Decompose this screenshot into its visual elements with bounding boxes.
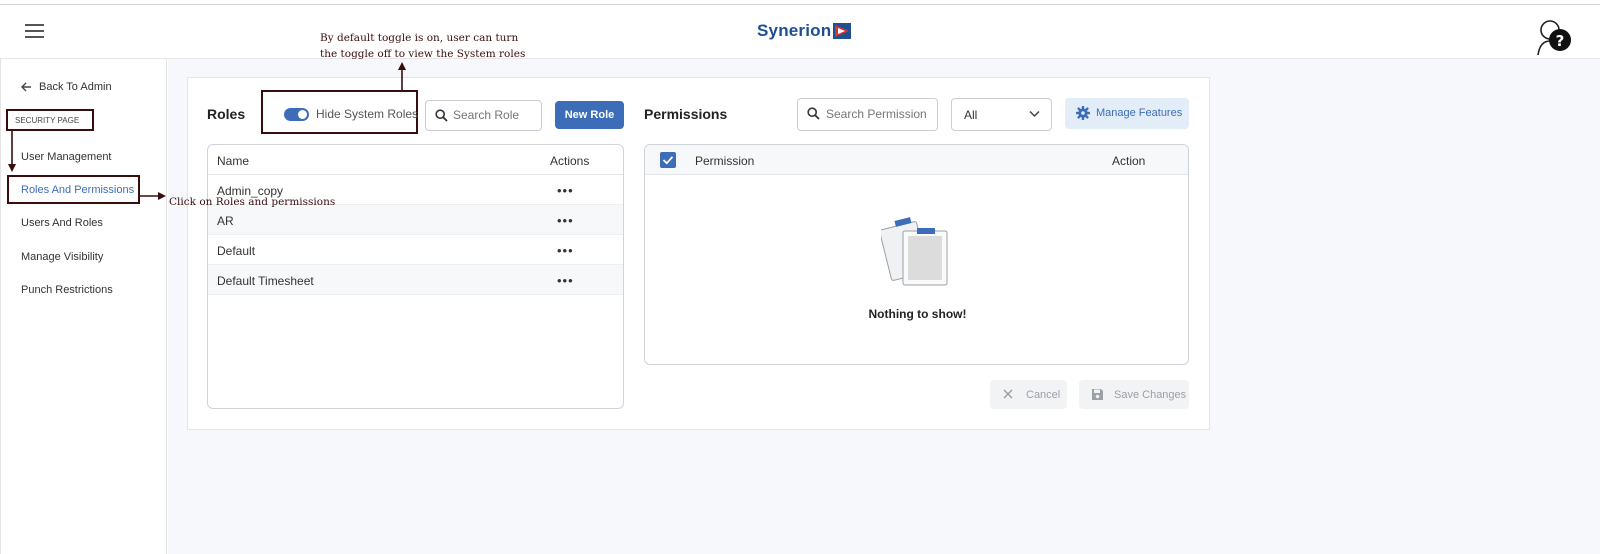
permissions-title: Permissions xyxy=(644,106,728,122)
search-permission-field[interactable] xyxy=(797,98,938,131)
annotation-toggle-note-line1: By default toggle is on, user can turn xyxy=(320,32,519,44)
sidebar: Back To Admin SECURITY PAGE User Managem… xyxy=(0,59,167,554)
back-to-admin-label: Back To Admin xyxy=(39,81,112,93)
save-changes-label: Save Changes xyxy=(1114,389,1187,401)
sidebar-item-manage-visibility[interactable]: Manage Visibility xyxy=(21,251,103,263)
manage-features-label: Manage Features xyxy=(1096,107,1183,119)
app-header: Synerion ? xyxy=(0,5,1600,59)
sidebar-item-users-and-roles[interactable]: Users And Roles xyxy=(21,217,103,229)
role-name: AR xyxy=(217,214,234,228)
roles-title: Roles xyxy=(207,106,246,122)
table-row[interactable]: AR ••• xyxy=(208,205,623,235)
arrow-left-icon xyxy=(21,82,31,92)
search-permission-input[interactable] xyxy=(826,107,934,121)
chevron-down-icon xyxy=(1029,110,1040,118)
search-role-input[interactable] xyxy=(453,108,538,122)
cancel-label: Cancel xyxy=(1026,389,1061,401)
annotation-toggle-note: By default toggle is on, user can turn t… xyxy=(320,30,525,62)
roles-table-header: Name Actions xyxy=(208,145,623,175)
select-all-checkbox[interactable] xyxy=(660,152,676,168)
role-name: Default Timesheet xyxy=(217,274,314,288)
gear-icon xyxy=(1076,106,1090,120)
sidebar-item-user-management[interactable]: User Management xyxy=(21,151,112,163)
checkmark-icon xyxy=(662,156,674,165)
more-horizontal-icon[interactable]: ••• xyxy=(557,273,574,288)
hamburger-icon[interactable] xyxy=(25,24,45,40)
more-horizontal-icon[interactable]: ••• xyxy=(557,213,574,228)
permissions-table: Permission Action Nothing to show! xyxy=(644,144,1189,365)
roles-table: Name Actions Admin_copy ••• AR ••• Defau… xyxy=(207,144,624,409)
hide-system-roles-toggle[interactable] xyxy=(284,108,309,121)
table-row[interactable]: Default Timesheet ••• xyxy=(208,265,623,295)
help-icon[interactable]: ? xyxy=(1534,17,1574,57)
column-header-permission: Permission xyxy=(695,154,755,168)
logo-mark-icon xyxy=(833,23,852,39)
cancel-button[interactable]: Cancel xyxy=(990,380,1067,409)
manage-features-button[interactable]: Manage Features xyxy=(1065,98,1189,129)
save-icon xyxy=(1092,389,1103,400)
permission-filter-select[interactable]: All xyxy=(951,98,1052,131)
annotation-highlight-box xyxy=(7,175,140,204)
annotation-toggle-note-line2: the toggle off to view the System roles xyxy=(320,48,526,60)
empty-state-text: Nothing to show! xyxy=(868,307,967,321)
new-role-button[interactable]: New Role xyxy=(555,101,624,129)
more-horizontal-icon[interactable]: ••• xyxy=(557,183,574,198)
column-header-actions: Actions xyxy=(550,154,590,168)
column-header-action: Action xyxy=(1112,154,1146,168)
role-name: Default xyxy=(217,244,256,258)
logo[interactable]: Synerion xyxy=(757,21,852,41)
permissions-table-header: Permission Action xyxy=(645,145,1188,175)
logo-text: Synerion xyxy=(757,21,832,40)
sidebar-item-punch-restrictions[interactable]: Punch Restrictions xyxy=(21,284,113,296)
more-horizontal-icon[interactable]: ••• xyxy=(557,243,574,258)
close-icon xyxy=(1003,389,1013,399)
svg-text:?: ? xyxy=(1556,32,1565,50)
permission-filter-value: All xyxy=(964,108,978,122)
empty-clipboard-icon xyxy=(881,217,948,286)
annotation-click-note: Click on Roles and permissions xyxy=(169,196,336,208)
search-role-field[interactable] xyxy=(425,100,542,131)
search-icon xyxy=(807,107,820,120)
column-header-name: Name xyxy=(217,154,250,168)
search-icon xyxy=(435,109,448,122)
back-to-admin-link[interactable]: Back To Admin xyxy=(21,81,112,93)
section-label: SECURITY PAGE xyxy=(6,109,94,131)
hide-system-roles-label: Hide System Roles xyxy=(316,107,419,121)
save-changes-button[interactable]: Save Changes xyxy=(1079,380,1189,409)
table-row[interactable]: Default ••• xyxy=(208,235,623,265)
